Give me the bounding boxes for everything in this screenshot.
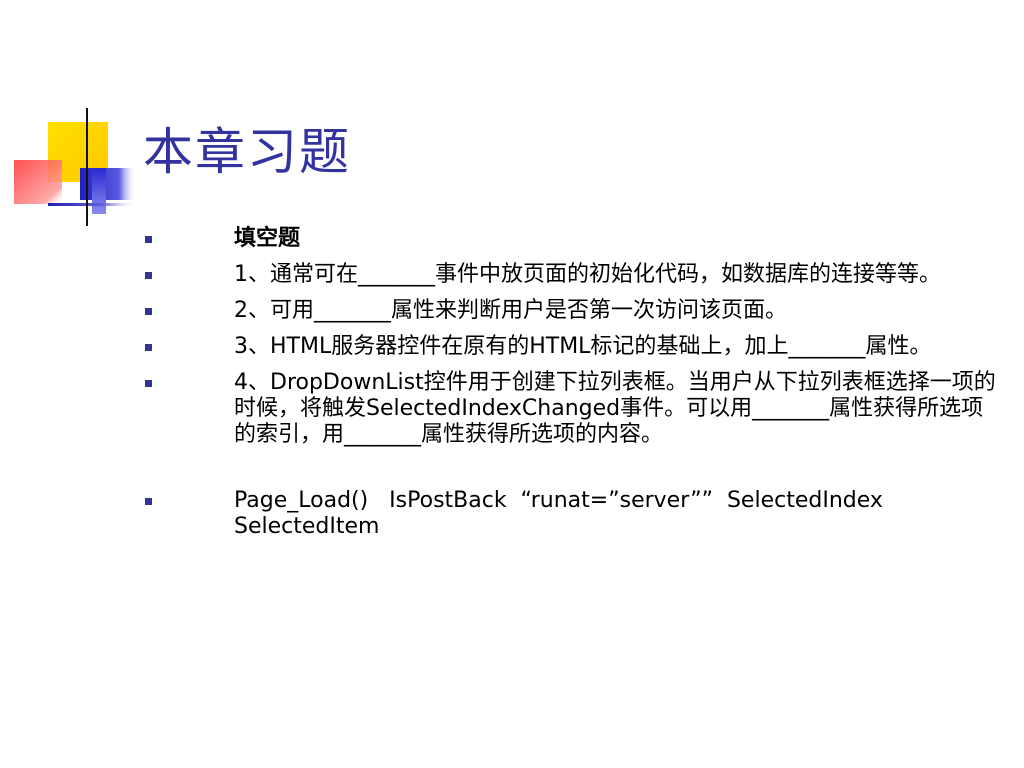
list-item: 1、通常可在_______事件中放页面的初始化代码，如数据库的连接等等。 xyxy=(140,262,1000,288)
list-item: 2、可用_______属性来判断用户是否第一次访问该页面。 xyxy=(140,298,1000,324)
list-item: Page_Load() IsPostBack “runat=”server”” … xyxy=(140,488,1000,540)
bullet-square-icon xyxy=(145,498,152,505)
question-1: 1、通常可在_______事件中放页面的初始化代码，如数据库的连接等等。 xyxy=(234,262,941,287)
slide-title: 本章习题 xyxy=(143,123,351,181)
question-list: 填空题 1、通常可在_______事件中放页面的初始化代码，如数据库的连接等等。… xyxy=(140,226,1000,550)
bullet-square-icon xyxy=(145,308,152,315)
list-item: 4、DropDownList控件用于创建下拉列表框。当用户从下拉列表框选择一项的… xyxy=(140,370,1000,448)
bullet-square-icon xyxy=(145,380,152,387)
bullet-square-icon xyxy=(145,236,152,243)
decorative-squares-logo xyxy=(14,108,138,226)
question-4: 4、DropDownList控件用于创建下拉列表框。当用户从下拉列表框选择一项的… xyxy=(234,370,996,447)
question-2: 2、可用_______属性来判断用户是否第一次访问该页面。 xyxy=(234,298,787,323)
question-3: 3、HTML服务器控件在原有的HTML标记的基础上，加上_______属性。 xyxy=(234,334,932,359)
section-heading: 填空题 xyxy=(234,226,301,251)
list-item: 填空题 xyxy=(140,226,1000,252)
bullet-square-icon xyxy=(145,344,152,351)
bullet-square-icon xyxy=(145,272,152,279)
answer-key: Page_Load() IsPostBack “runat=”server”” … xyxy=(234,488,897,539)
list-item: 3、HTML服务器控件在原有的HTML标记的基础上，加上_______属性。 xyxy=(140,334,1000,360)
